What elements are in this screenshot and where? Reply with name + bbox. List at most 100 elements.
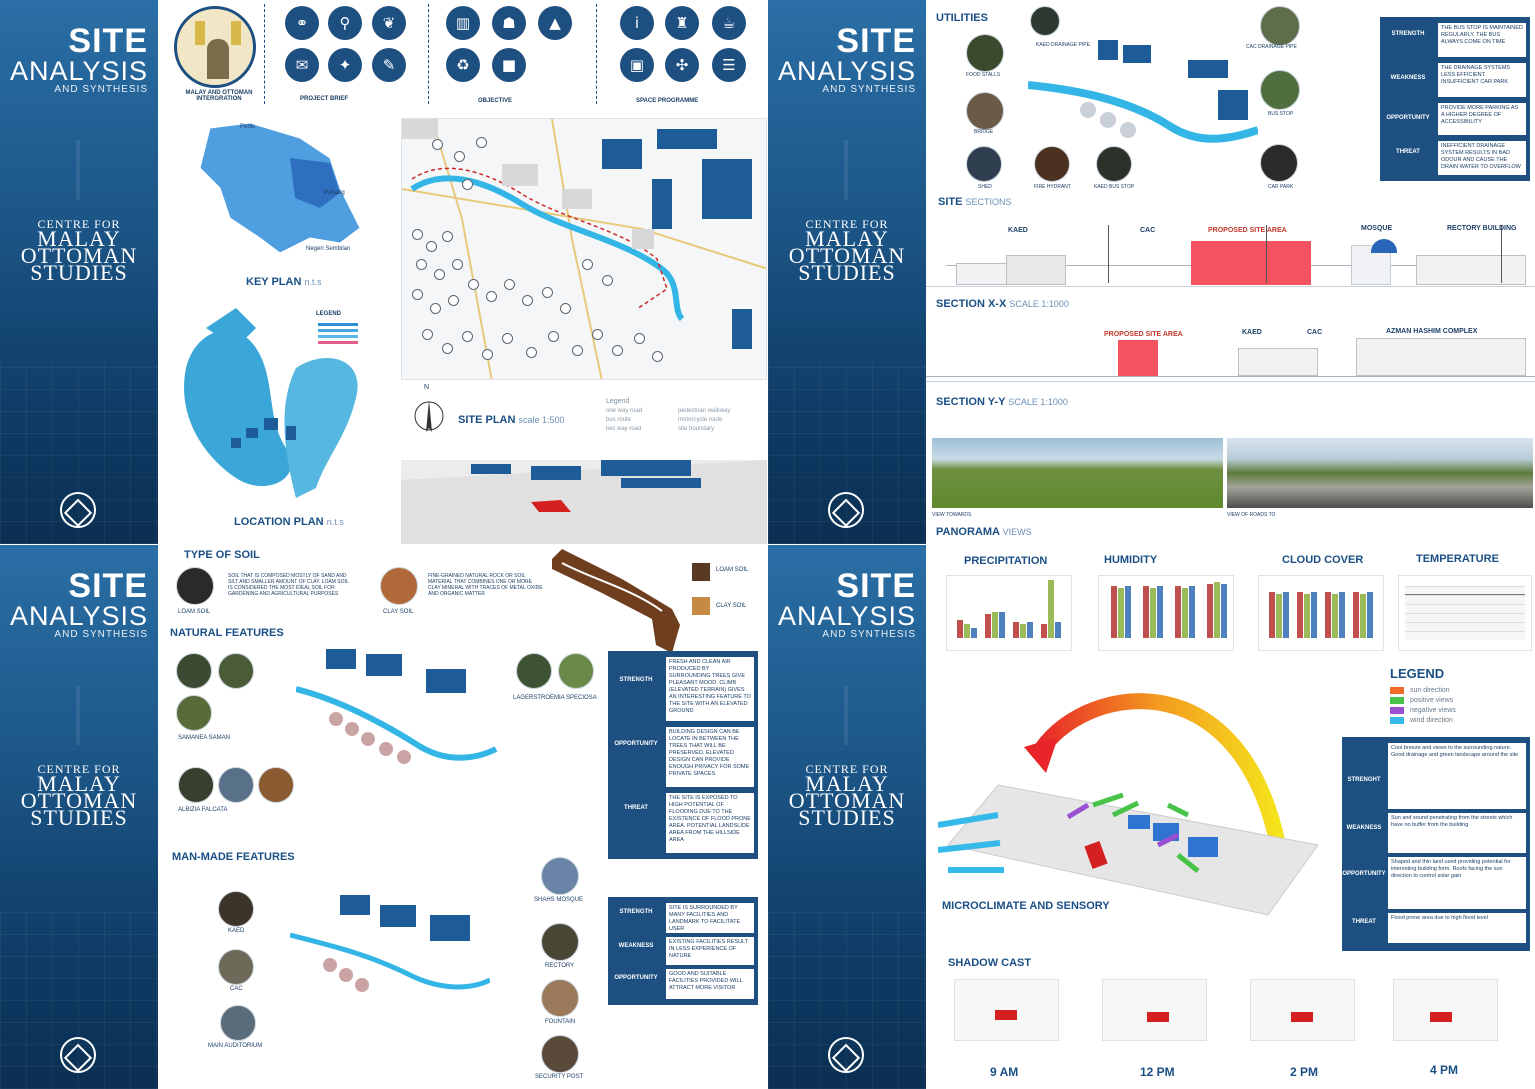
sidebar: SITE ANALYSIS AND SYNTHESIS CENTRE FOR M… bbox=[0, 545, 158, 1089]
clay-soil-caption: CLAY SOIL bbox=[383, 609, 414, 615]
shadow-map-2pm bbox=[1250, 979, 1355, 1041]
tower-graphic bbox=[76, 140, 80, 200]
pen-icon: ✎ bbox=[372, 48, 406, 82]
tree-label: SAMANEA SAMAN bbox=[178, 735, 231, 741]
prayer-icon: ♜ bbox=[665, 6, 699, 40]
legend-swatch bbox=[1390, 707, 1404, 714]
clay-soil-photo bbox=[380, 567, 418, 605]
temperature-chart bbox=[1398, 575, 1532, 651]
util-photo bbox=[1034, 146, 1070, 182]
panorama-caption: VIEW OF ROADS TO bbox=[1227, 512, 1276, 518]
humidity-chart bbox=[1098, 575, 1234, 651]
keymap-label: Perlis bbox=[240, 124, 256, 130]
section-label: PROPOSED SITE AREA bbox=[1208, 227, 1287, 234]
legend-swatch bbox=[1390, 717, 1404, 724]
sidebar: SITE ANALYSIS AND SYNTHESIS CENTRE FOR M… bbox=[0, 0, 158, 544]
board-project-brief: SITE ANALYSIS AND SYNTHESIS CENTRE FOR M… bbox=[0, 0, 767, 544]
clay-soil-text: FINE-GRAINED NATURAL ROCK OR SOIL MATERI… bbox=[428, 573, 543, 597]
logo-icon bbox=[52, 484, 104, 536]
location-plan-title: LOCATION PLAN n.t.s bbox=[234, 516, 344, 528]
location-legend-title: LEGEND bbox=[316, 311, 342, 317]
precipitation-title: PRECIPITATION bbox=[964, 555, 1048, 567]
legend-swatch bbox=[1390, 697, 1404, 704]
tree-photo bbox=[516, 653, 552, 689]
sidebar-title-synthesis: AND SYNTHESIS bbox=[54, 84, 148, 95]
mosque-figure bbox=[207, 39, 229, 79]
site-legend-item: site boundary bbox=[678, 426, 715, 432]
building-photo bbox=[218, 949, 254, 985]
section-xx-title: SECTION X-X SCALE 1:1000 bbox=[936, 298, 1069, 310]
site-legend-item: bus route bbox=[606, 417, 632, 423]
board-utilities-sections: SITE ANALYSIS AND SYNTHESIS CENTRE FOR M… bbox=[768, 0, 1535, 544]
figure-right bbox=[231, 21, 241, 45]
graduation-icon: ▲ bbox=[538, 6, 572, 40]
site-legend-title: Legend bbox=[606, 398, 630, 405]
figure-left bbox=[195, 21, 205, 45]
space-programme-label: SPACE PROGRAMME bbox=[636, 98, 699, 104]
sidebar-title-synthesis: AND SYNTHESIS bbox=[822, 84, 916, 95]
sidebar: SITE ANALYSIS AND SYNTHESIS CENTRE FOR M… bbox=[768, 545, 926, 1089]
sidebar-title-synthesis: AND SYNTHESIS bbox=[822, 629, 916, 640]
tree-photo bbox=[218, 653, 254, 689]
centre-name: MALAY OTTOMAN STUDIES bbox=[788, 226, 906, 285]
handshake-icon: ⚭ bbox=[285, 6, 319, 40]
section-label: AZMAN HASHIM COMPLEX bbox=[1386, 328, 1478, 335]
type-of-soil-title: TYPE OF SOIL bbox=[184, 549, 260, 561]
util-label: KAED BUS STOP bbox=[1094, 184, 1135, 190]
time-label: 4 PM bbox=[1430, 1063, 1459, 1077]
legend-label: wind direction bbox=[1410, 717, 1453, 724]
section-label: RECTORY BUILDING bbox=[1447, 225, 1517, 232]
building-label: MAIN AUDITORIUM bbox=[208, 1043, 263, 1049]
util-photo bbox=[966, 34, 1004, 72]
util-photo bbox=[1096, 146, 1132, 182]
natural-features-title: NATURAL FEATURES bbox=[170, 627, 284, 639]
chart-icon: ▥ bbox=[446, 6, 480, 40]
building-label: CAC bbox=[230, 986, 243, 992]
util-label: SHED bbox=[978, 184, 992, 190]
concept-label: MALAY AND OTTOMAN INTERGRATION bbox=[185, 90, 253, 102]
panorama-title: PANORAMA VIEWS bbox=[936, 526, 1032, 538]
natural-features-map bbox=[296, 649, 498, 764]
site-legend-item: one way road bbox=[606, 408, 643, 414]
utilities-site-map bbox=[1028, 40, 1258, 143]
time-label: 2 PM bbox=[1290, 1065, 1319, 1079]
project-brief-label: PROJECT BRIEF bbox=[300, 96, 349, 102]
section-label: CAC bbox=[1307, 329, 1323, 336]
clay-legend-swatch bbox=[692, 597, 710, 615]
logo-icon bbox=[820, 484, 872, 536]
sidebar-title-analysis: ANALYSIS bbox=[777, 601, 916, 631]
section-label: MOSQUE bbox=[1361, 225, 1393, 232]
manmade-swot-table: STRENGTH SITE IS SURROUNDED BY MANY FACIL… bbox=[608, 897, 758, 1005]
building-photo bbox=[220, 1005, 256, 1041]
microclimate-title: MICROCLIMATE AND SENSORY bbox=[942, 900, 1110, 912]
network-icon: ✣ bbox=[665, 48, 699, 82]
sidebar: SITE ANALYSIS AND SYNTHESIS CENTRE FOR M… bbox=[768, 0, 926, 544]
section-label: PROPOSED SITE AREA bbox=[1104, 331, 1183, 338]
board-soil-features: SITE ANALYSIS AND SYNTHESIS CENTRE FOR M… bbox=[0, 545, 767, 1089]
building-label: KAED bbox=[228, 928, 245, 934]
manmade-features-title: MAN-MADE FEATURES bbox=[172, 851, 295, 863]
sidebar-title-analysis: ANALYSIS bbox=[777, 56, 916, 86]
section-label: CAC bbox=[1140, 227, 1156, 234]
location-legend bbox=[318, 321, 362, 355]
soil-terrain-model bbox=[552, 549, 680, 653]
loam-legend-label: LOAM SOIL bbox=[716, 567, 749, 573]
util-label: FOOD STALLS bbox=[966, 72, 1001, 78]
precipitation-chart bbox=[946, 575, 1072, 651]
north-arrow-icon bbox=[414, 400, 444, 432]
building-photo bbox=[541, 923, 579, 961]
concept-circle bbox=[174, 6, 256, 88]
info-icon: i bbox=[620, 6, 654, 40]
climate-legend-title: LEGEND bbox=[1390, 666, 1445, 681]
shadow-map-4pm bbox=[1393, 979, 1498, 1041]
util-photo bbox=[1260, 70, 1300, 110]
loam-soil-caption: LOAM SOIL bbox=[178, 609, 211, 615]
sidebar-title-analysis: ANALYSIS bbox=[9, 56, 148, 86]
cloud-cover-chart bbox=[1258, 575, 1384, 651]
brief-icon: ✉ bbox=[285, 48, 319, 82]
util-photo bbox=[1260, 144, 1298, 182]
cafe-icon: ☕ bbox=[712, 6, 746, 40]
library-icon: ☰ bbox=[712, 48, 746, 82]
loam-soil-text: SOIL THAT IS COMPOSED MOSTLY OF SAND AND… bbox=[228, 573, 349, 597]
humidity-title: HUMIDITY bbox=[1104, 554, 1158, 566]
